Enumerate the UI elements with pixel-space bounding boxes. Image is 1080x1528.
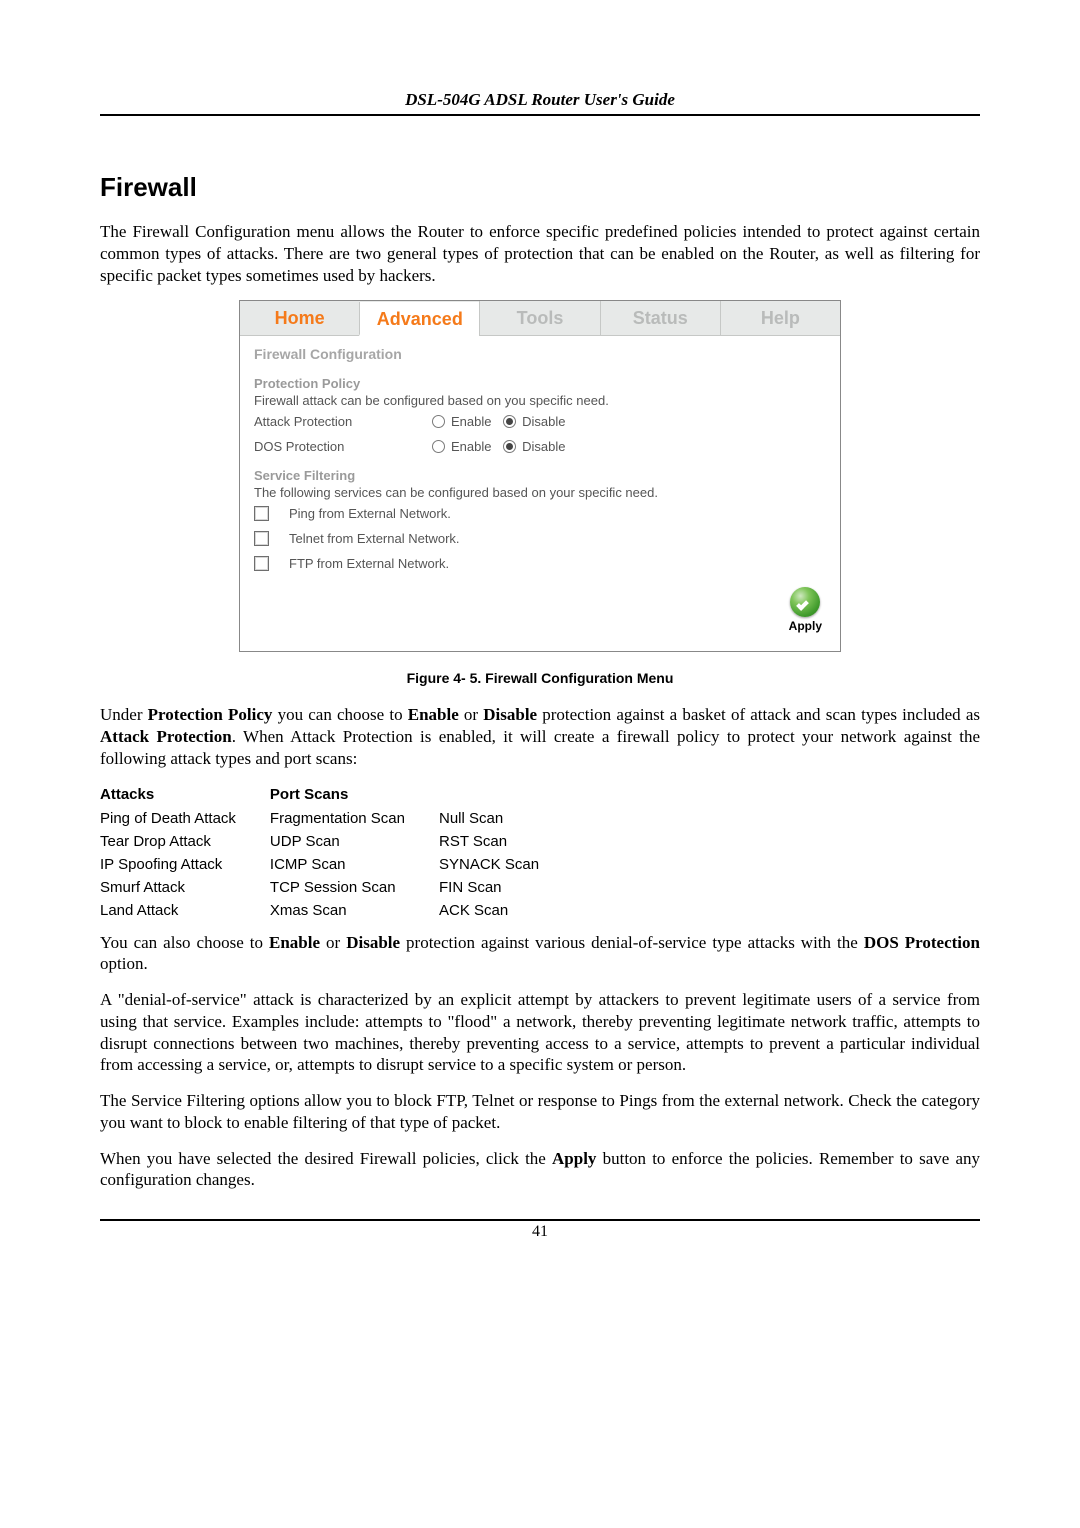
table-row: Ping of Death AttackFragmentation ScanNu… (100, 807, 573, 830)
enable-label: Enable (451, 414, 491, 429)
attacks-table: Attacks Port Scans Ping of Death AttackF… (100, 784, 573, 922)
ping-label: Ping from External Network. (289, 506, 451, 521)
dos-protection-label: DOS Protection (254, 439, 432, 454)
col-portscans: Port Scans (270, 784, 439, 807)
attack-disable-radio[interactable] (503, 415, 516, 428)
panel-title: Firewall Configuration (254, 346, 826, 362)
telnet-checkbox[interactable] (254, 531, 269, 546)
check-icon (790, 587, 820, 617)
disable-label: Disable (522, 414, 565, 429)
section-title: Firewall (100, 172, 980, 203)
page-footer: 41 (100, 1219, 980, 1241)
table-row: Smurf AttackTCP Session ScanFIN Scan (100, 876, 573, 899)
tab-advanced[interactable]: Advanced (359, 302, 479, 336)
apply-button[interactable]: Apply (789, 587, 822, 633)
enable-label-2: Enable (451, 439, 491, 454)
apply-paragraph: When you have selected the desired Firew… (100, 1148, 980, 1192)
tab-status[interactable]: Status (600, 301, 720, 335)
intro-paragraph: The Firewall Configuration menu allows t… (100, 221, 980, 286)
service-filtering-paragraph: The Service Filtering options allow you … (100, 1090, 980, 1134)
firewall-config-screenshot: Home Advanced Tools Status Help Firewall… (239, 300, 841, 652)
protection-policy-desc: Firewall attack can be configured based … (254, 393, 826, 408)
dos-option-paragraph: You can also choose to Enable or Disable… (100, 932, 980, 976)
protection-policy-paragraph: Under Protection Policy you can choose t… (100, 704, 980, 769)
ftp-checkbox[interactable] (254, 556, 269, 571)
figure-caption: Figure 4- 5. Firewall Configuration Menu (100, 670, 980, 686)
attack-enable-radio[interactable] (432, 415, 445, 428)
disable-label-2: Disable (522, 439, 565, 454)
dos-enable-radio[interactable] (432, 440, 445, 453)
table-row: IP Spoofing AttackICMP ScanSYNACK Scan (100, 853, 573, 876)
service-filtering-heading: Service Filtering (254, 468, 826, 483)
dos-disable-radio[interactable] (503, 440, 516, 453)
protection-policy-heading: Protection Policy (254, 376, 826, 391)
page-number: 41 (532, 1223, 548, 1240)
telnet-label: Telnet from External Network. (289, 531, 460, 546)
apply-label: Apply (789, 619, 822, 633)
tab-bar: Home Advanced Tools Status Help (240, 301, 840, 336)
running-header: DSL-504G ADSL Router User's Guide (100, 90, 980, 116)
col-attacks: Attacks (100, 784, 270, 807)
tab-help[interactable]: Help (720, 301, 840, 335)
attack-protection-label: Attack Protection (254, 414, 432, 429)
denial-of-service-paragraph: A "denial-of-service" attack is characte… (100, 989, 980, 1076)
tab-home[interactable]: Home (240, 301, 359, 335)
table-row: Land AttackXmas ScanACK Scan (100, 899, 573, 922)
tab-tools[interactable]: Tools (479, 301, 599, 335)
ftp-label: FTP from External Network. (289, 556, 449, 571)
ping-checkbox[interactable] (254, 506, 269, 521)
table-row: Tear Drop AttackUDP ScanRST Scan (100, 830, 573, 853)
service-filtering-desc: The following services can be configured… (254, 485, 826, 500)
